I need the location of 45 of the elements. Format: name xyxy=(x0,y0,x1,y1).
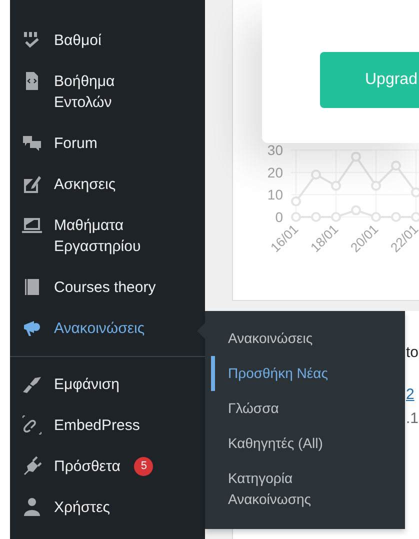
menu-item[interactable]: Βοήθημα Εντολών xyxy=(10,61,205,123)
menu-item[interactable]: Εμφάνιση xyxy=(10,364,205,405)
link[interactable]: 2 xyxy=(406,386,414,403)
point xyxy=(371,212,381,222)
y-tick-label: 10 xyxy=(267,186,284,203)
point xyxy=(351,205,361,216)
submenu-item[interactable]: Ανακοινώσεις xyxy=(211,321,398,356)
point xyxy=(291,196,301,206)
menu-item[interactable]: EmbedPress xyxy=(10,405,205,446)
megaphone-icon xyxy=(22,318,42,338)
point xyxy=(331,180,341,191)
menu-item[interactable]: Χρήστες xyxy=(10,487,205,528)
monitor-icon xyxy=(22,215,42,235)
point xyxy=(311,170,321,180)
submenu-item[interactable]: Προσθήκη Νέας xyxy=(211,356,398,391)
pencil-page-icon xyxy=(22,174,42,194)
user-icon xyxy=(22,497,42,517)
point xyxy=(371,180,381,191)
y-tick-label: 0 xyxy=(275,209,284,225)
link-loop-icon xyxy=(22,415,42,435)
submenu-item[interactable]: Κατηγορία Ανακοίνωσης xyxy=(211,461,398,517)
menu-item[interactable]: Forum xyxy=(10,123,205,164)
update-count-badge: 5 xyxy=(134,457,154,476)
menu-item[interactable]: Μαθήματα Εργαστηρίου xyxy=(10,205,205,267)
paintbrush-icon xyxy=(22,374,42,394)
book-icon xyxy=(22,277,42,297)
menu-item[interactable]: Courses theory xyxy=(10,267,205,308)
point xyxy=(351,152,361,162)
menu-item[interactable]: Ασκησεις xyxy=(10,164,205,205)
point xyxy=(291,212,301,222)
plug-icon xyxy=(22,456,42,476)
menu-item[interactable]: Βαθμοί xyxy=(10,20,205,61)
panel-heading: to xyxy=(406,344,419,361)
point xyxy=(391,212,401,222)
y-tick-label: 30 xyxy=(267,142,284,158)
point xyxy=(391,160,401,171)
point xyxy=(331,212,341,222)
submenu-item[interactable]: Γλώσσα xyxy=(211,391,398,426)
point xyxy=(311,212,321,222)
meta-text: .1 xyxy=(406,410,419,427)
submenu-item[interactable]: Καθηγητές (All) xyxy=(211,426,398,461)
menu-item[interactable]: Ανακοινώσεις xyxy=(10,308,205,349)
menu-item[interactable]: Πρόσθετα 5 xyxy=(10,446,205,487)
speech-bubbles-icon xyxy=(22,133,42,153)
y-tick-label: 20 xyxy=(267,164,284,180)
